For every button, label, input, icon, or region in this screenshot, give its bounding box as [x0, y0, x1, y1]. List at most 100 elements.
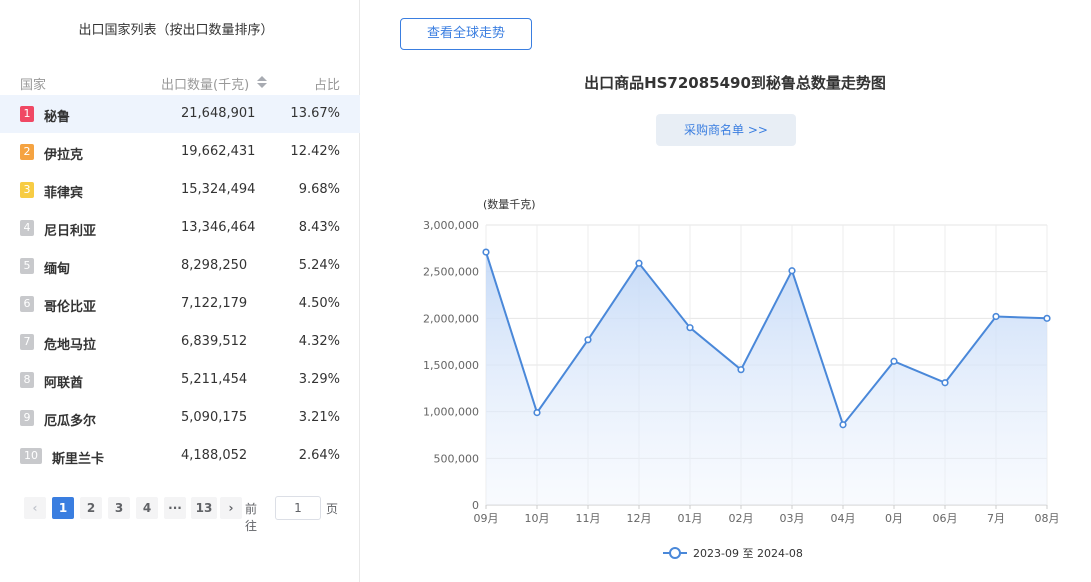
page-button-13[interactable]: 13: [191, 497, 217, 519]
table-row[interactable]: 5 缅甸 8,298,250 5.24%: [0, 247, 360, 285]
export-quantity: 4,188,052: [181, 448, 248, 463]
rank-badge: 1: [20, 106, 34, 122]
data-point[interactable]: [482, 248, 490, 256]
country-rows: 1 秘鲁 21,648,901 13.67% 2 伊拉克 19,662,431 12.42% 3…: [0, 95, 360, 475]
data-point[interactable]: [686, 324, 694, 332]
chart-panel: 查看全球走势 出口商品HS72085490到秘鲁总数量走势图 采购商名单 >> …: [361, 0, 1091, 582]
sort-icon[interactable]: [256, 75, 268, 89]
export-share: 4.32%: [298, 334, 340, 349]
country-name[interactable]: 危地马拉: [44, 334, 96, 353]
page-button-1[interactable]: 1: [52, 497, 74, 519]
country-name[interactable]: 菲律宾: [44, 182, 83, 201]
data-point[interactable]: [635, 259, 643, 267]
prev-page-button[interactable]: ‹: [24, 497, 46, 519]
table-row[interactable]: 8 阿联酋 5,211,454 3.29%: [0, 361, 360, 399]
y-tick-label: 2,000,000: [423, 312, 479, 325]
table-row[interactable]: 3 菲律宾 15,324,494 9.68%: [0, 171, 360, 209]
country-name[interactable]: 尼日利亚: [44, 220, 96, 239]
x-tick-label: 12月: [627, 512, 652, 525]
header-quantity[interactable]: 出口数量(千克): [161, 74, 249, 93]
data-point[interactable]: [941, 379, 949, 387]
x-tick-label: 11月: [576, 512, 601, 525]
x-tick-label: 02月: [729, 512, 754, 525]
rank-badge: 4: [20, 220, 34, 236]
x-tick-label: 03月: [780, 512, 805, 525]
country-name[interactable]: 哥伦比亚: [44, 296, 96, 315]
export-share: 4.50%: [298, 296, 340, 311]
country-list-title: 出口国家列表（按出口数量排序）: [78, 23, 274, 38]
y-tick-label: 1,500,000: [423, 359, 479, 372]
y-tick-label: 500,000: [434, 452, 480, 465]
data-point[interactable]: [584, 336, 592, 344]
export-share: 3.21%: [298, 410, 340, 425]
x-axis-ticks: 09月 10月 11月 12月 01月 02月 03月 04⁣月 0⁣月 06⁣月 ⁣7月 08月: [474, 512, 1060, 525]
data-point[interactable]: [737, 366, 745, 374]
table-row[interactable]: 1 秘鲁 21,648,901 13.67%: [0, 95, 360, 133]
rank-badge: 3: [20, 182, 34, 198]
chart-legend[interactable]: 2023-09 至 2024-08: [663, 547, 803, 560]
table-row[interactable]: 6 哥伦比亚 7,122,179 4.50%: [0, 285, 360, 323]
page-button-4[interactable]: 4: [136, 497, 158, 519]
export-share: 12.42%: [290, 144, 340, 159]
export-quantity: 15,324,494: [181, 182, 256, 197]
rank-badge: 8: [20, 372, 34, 388]
y-tick-label: 1,000,000: [423, 406, 479, 419]
x-tick-label: 09月: [474, 512, 499, 525]
page-ellipsis-button[interactable]: ···: [164, 497, 186, 519]
export-share: 3.29%: [298, 372, 340, 387]
trend-chart: (数量千克) 0 500,000 1,000,000 1,500,000 2,000,0…: [423, 198, 1060, 560]
export-share: 13.67%: [290, 106, 340, 121]
data-point[interactable]: [992, 312, 1000, 321]
country-name[interactable]: 缅甸: [44, 258, 70, 277]
export-share: 2.64%: [298, 448, 340, 463]
export-quantity: 6,839,512: [181, 334, 248, 349]
export-quantity: 8,298,250: [181, 258, 248, 273]
x-tick-label: 0⁣月: [885, 512, 903, 525]
y-axis-ticks: 0 500,000 1,000,000 1,500,000 2,000,000 2,500…: [423, 219, 479, 512]
goto-page-input[interactable]: 1: [275, 496, 321, 520]
y-tick-label: 0: [472, 499, 479, 512]
y-tick-label: 2,500,000: [423, 266, 479, 279]
rank-badge: 6: [20, 296, 34, 312]
x-tick-label: 01月: [678, 512, 703, 525]
page-button-2[interactable]: 2: [80, 497, 102, 519]
table-row[interactable]: 7 危地马拉 6,839,512 4.32%: [0, 323, 360, 361]
next-page-button[interactable]: ›: [220, 497, 242, 519]
data-point[interactable]: [890, 357, 898, 365]
country-name[interactable]: 伊拉克: [44, 144, 83, 163]
export-quantity: 19,662,431: [181, 144, 256, 159]
data-point[interactable]: [1043, 314, 1051, 322]
rank-badge: 10: [20, 448, 42, 464]
export-quantity: 21,648,901: [181, 106, 256, 121]
table-header: 国家 出口数量(千克) 占比: [0, 72, 360, 93]
country-name[interactable]: 秘鲁: [44, 106, 70, 125]
country-name[interactable]: 厄瓜多尔: [44, 410, 96, 429]
header-share: 占比: [313, 78, 340, 93]
legend-marker-icon: [669, 547, 681, 559]
rank-badge: 7: [20, 334, 34, 350]
table-row[interactable]: 10 斯里兰卡 4,188,052 2.64%: [0, 437, 360, 475]
table-row[interactable]: 4 尼日利亚 13,346,464 8.43%: [0, 209, 360, 247]
data-point[interactable]: [839, 421, 847, 429]
export-quantity: 7,122,179: [181, 296, 248, 311]
country-name[interactable]: 斯里兰卡: [52, 448, 104, 467]
series-area: [486, 252, 1047, 505]
rank-badge: 5: [20, 258, 34, 274]
export-share: 9.68%: [298, 182, 340, 197]
legend-label: 2023-09 至 2024-08: [693, 547, 803, 560]
table-row[interactable]: 2 伊拉克 19,662,431 12.42%: [0, 133, 360, 171]
x-tick-label: 06⁣月: [933, 512, 958, 525]
export-quantity: 5,090,175: [181, 410, 248, 425]
export-quantity: 5,211,454: [181, 372, 248, 387]
page-label: 页: [326, 502, 339, 516]
table-row[interactable]: 9 厄瓜多尔 5,090,175 3.21%: [0, 399, 360, 437]
y-tick-label: 3,000,000: [423, 219, 479, 232]
x-tick-label: ⁣7月: [987, 512, 1005, 525]
data-point[interactable]: [533, 409, 541, 417]
export-share: 8.43%: [298, 220, 340, 235]
export-quantity: 13,346,464: [181, 220, 256, 235]
page-button-3[interactable]: 3: [108, 497, 130, 519]
country-name[interactable]: 阿联酋: [44, 372, 83, 391]
export-share: 5.24%: [298, 258, 340, 273]
data-point[interactable]: [788, 267, 796, 275]
